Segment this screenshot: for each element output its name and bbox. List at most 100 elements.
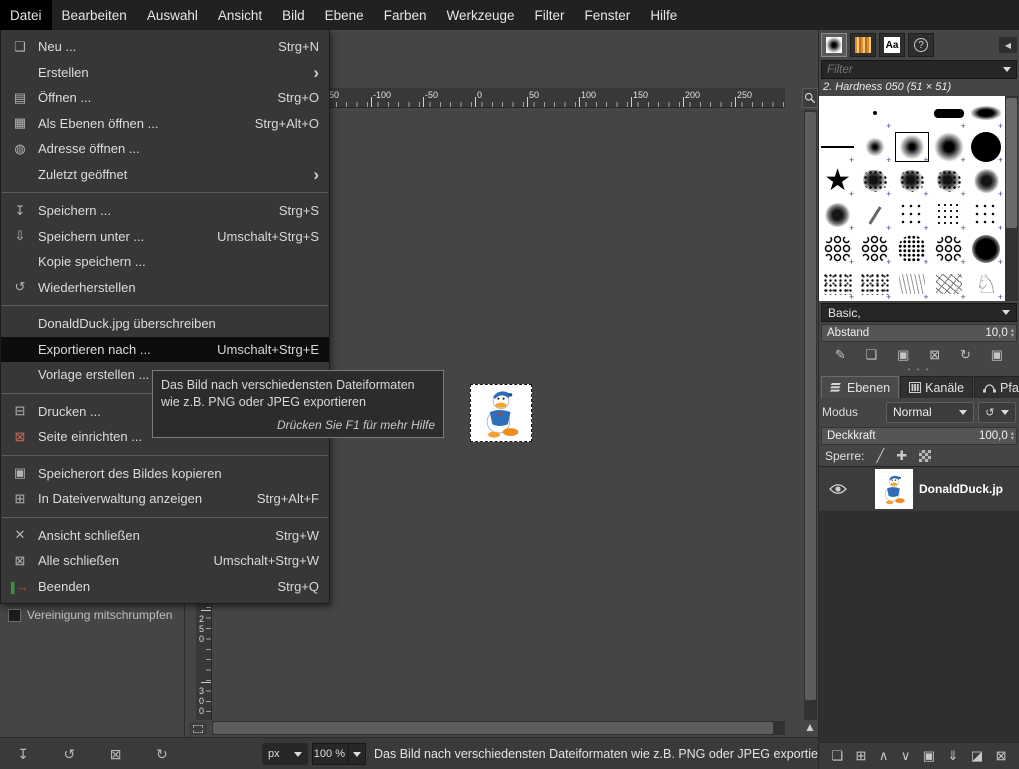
brush-thumb[interactable] — [967, 232, 1005, 268]
menubar-item-bild[interactable]: Bild — [272, 0, 315, 30]
menu-item[interactable]: ↧ Speichern ... Strg+S — [1, 198, 329, 224]
menubar-item-fenster[interactable]: Fenster — [575, 0, 641, 30]
zoom-follow-window-button[interactable] — [802, 88, 818, 108]
menu-item[interactable]: ⊠ Alle schließen Umschalt+Strg+W — [1, 548, 329, 574]
zoom-dropdown-button[interactable] — [349, 743, 366, 765]
duplicate-layer-button[interactable]: ▣ — [923, 748, 935, 764]
brush-thumb[interactable] — [967, 164, 1005, 199]
restore-options-button[interactable]: ↺ — [64, 746, 76, 763]
duplicate-brush-button[interactable]: ▣ — [897, 347, 909, 363]
brush-thumb[interactable] — [856, 198, 894, 233]
menu-item[interactable]: Zuletzt geöffnet › — [1, 162, 329, 188]
menubar-item-ebene[interactable]: Ebene — [315, 0, 374, 30]
add-mask-button[interactable]: ◪ — [971, 748, 983, 764]
menu-item[interactable]: ❏ Neu ... Strg+N — [1, 34, 329, 60]
brush-thumb[interactable] — [893, 198, 931, 233]
shrink-merged-checkbox-row[interactable]: Vereinigung mitschrumpfen — [8, 608, 184, 622]
scrollbar-thumb[interactable] — [213, 722, 773, 734]
tab-help[interactable]: ? — [908, 33, 934, 57]
menu-item[interactable]: ⊞ In Dateiverwaltung anzeigen Strg+Alt+F — [1, 486, 329, 512]
scrollbar-thumb[interactable] — [805, 112, 816, 700]
brush-thumb[interactable] — [967, 266, 1005, 301]
tab-patterns[interactable] — [850, 33, 876, 57]
brush-thumb[interactable] — [967, 130, 1005, 165]
brush-thumb[interactable] — [967, 96, 1005, 131]
menubar-item-auswahl[interactable]: Auswahl — [137, 0, 208, 30]
open-brush-as-image-button[interactable]: ▣ — [991, 347, 1003, 363]
menubar-item-filter[interactable]: Filter — [525, 0, 575, 30]
menu-item[interactable]: ⇩ Speichern unter ... Umschalt+Strg+S — [1, 224, 329, 250]
menu-item[interactable]: DonaldDuck.jpg überschreiben — [1, 311, 329, 337]
brush-thumb[interactable] — [819, 198, 857, 233]
vertical-scrollbar[interactable] — [804, 110, 817, 720]
brush-thumb[interactable] — [856, 266, 894, 301]
menu-item[interactable]: ▣ Speicherort des Bildes kopieren — [1, 461, 329, 487]
tab-layers[interactable]: Ebenen — [821, 376, 900, 398]
panel-collapse-button[interactable]: ◀ — [999, 37, 1017, 53]
brush-scrollbar[interactable] — [1005, 96, 1018, 301]
brush-thumb[interactable] — [967, 198, 1005, 233]
navigation-button[interactable]: ▲ — [802, 720, 818, 735]
lock-position-button[interactable]: ✚ — [896, 448, 907, 464]
lower-layer-button[interactable]: ∨ — [901, 748, 911, 764]
new-group-button[interactable]: ⊞ — [856, 748, 867, 764]
refresh-brushes-button[interactable]: ↻ — [960, 347, 971, 363]
save-options-button[interactable]: ↧ — [17, 746, 29, 763]
brush-thumb[interactable] — [819, 164, 857, 199]
menu-item[interactable]: Erstellen › — [1, 60, 329, 86]
brush-filter[interactable] — [821, 60, 1017, 79]
merge-layer-button[interactable]: ⇓ — [948, 748, 959, 764]
mode-select[interactable]: Normal — [886, 401, 974, 423]
layer-thumbnail[interactable] — [875, 469, 913, 509]
brush-thumb[interactable] — [856, 96, 894, 131]
brush-thumb[interactable] — [819, 232, 857, 268]
brush-thumb[interactable] — [930, 266, 968, 301]
menubar-item-ansicht[interactable]: Ansicht — [208, 0, 272, 30]
menubar-item-farben[interactable]: Farben — [374, 0, 437, 30]
new-brush-button[interactable]: ❏ — [866, 347, 878, 363]
delete-layer-button[interactable]: ⊠ — [996, 748, 1007, 764]
spacing-slider[interactable]: Abstand 10,0 ▴ ▾ — [821, 324, 1017, 342]
brush-thumb[interactable] — [819, 96, 857, 131]
checkbox[interactable] — [8, 608, 21, 622]
brush-thumb[interactable] — [893, 96, 931, 131]
horizontal-scrollbar[interactable] — [212, 721, 785, 735]
brush-group-select[interactable]: Basic, — [821, 303, 1017, 322]
brush-thumb[interactable] — [893, 232, 931, 268]
brush-thumb[interactable] — [856, 164, 894, 199]
visibility-toggle[interactable] — [819, 483, 857, 495]
edit-brush-button[interactable]: ✎ — [835, 347, 846, 363]
mode-switch-button[interactable]: ↺ — [978, 401, 1016, 423]
menu-item[interactable]: Kopie speichern ... — [1, 249, 329, 275]
menu-item[interactable]: ◍ Adresse öffnen ... — [1, 136, 329, 162]
zoom-input[interactable]: 100 % — [312, 743, 349, 765]
menu-item[interactable]: ✕ Ansicht schließen Strg+W — [1, 523, 329, 549]
brush-thumb[interactable] — [819, 266, 857, 301]
menubar-item-hilfe[interactable]: Hilfe — [640, 0, 687, 30]
menu-item[interactable]: ▤ Öffnen ... Strg+O — [1, 85, 329, 111]
layer-row[interactable]: DonaldDuck.jp — [819, 467, 1019, 511]
delete-brush-button[interactable]: ⊠ — [929, 347, 940, 363]
brush-thumb[interactable] — [930, 96, 968, 131]
brush-thumb[interactable] — [893, 130, 931, 165]
menubar-item-werkzeuge[interactable]: Werkzeuge — [436, 0, 524, 30]
brush-thumb[interactable] — [930, 130, 968, 165]
new-layer-button[interactable]: ❏ — [831, 748, 843, 764]
quick-mask-toggle[interactable] — [189, 722, 207, 735]
tab-fonts[interactable]: Aa — [879, 33, 905, 57]
scrollbar-thumb[interactable] — [1006, 98, 1017, 228]
tab-paths[interactable]: Pfade — [974, 376, 1019, 398]
brush-thumb[interactable] — [930, 198, 968, 233]
lock-pixels-button[interactable]: ╱ — [876, 448, 884, 464]
opacity-slider[interactable]: Deckkraft 100,0 ▴ ▾ — [821, 427, 1017, 445]
spinner[interactable]: ▴ ▾ — [1011, 430, 1014, 442]
brush-thumb[interactable] — [930, 232, 968, 268]
menubar-item-datei[interactable]: Datei — [0, 0, 52, 30]
lock-alpha-button[interactable] — [919, 449, 932, 462]
brush-thumb[interactable] — [819, 130, 857, 165]
brush-thumb[interactable] — [930, 164, 968, 199]
tab-channels[interactable]: Kanäle — [900, 376, 974, 398]
brush-thumb[interactable] — [856, 232, 894, 268]
unit-select[interactable]: px — [262, 743, 308, 765]
menu-item[interactable]: Exportieren nach ... Umschalt+Strg+E — [1, 336, 329, 362]
